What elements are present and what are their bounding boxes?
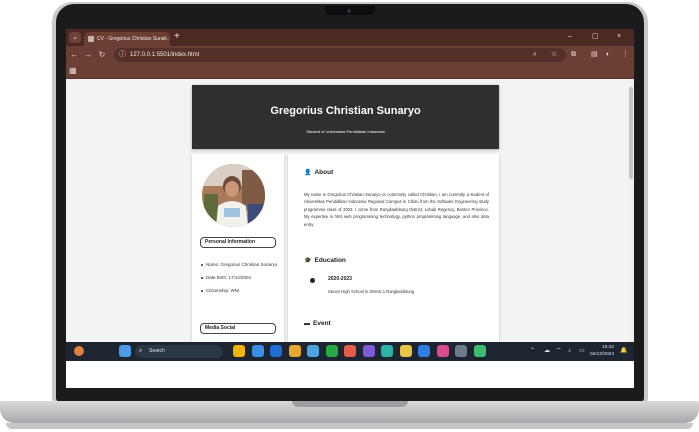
battery-icon[interactable]: ▭ [579,344,585,358]
taskbar-app-icon[interactable] [307,345,319,357]
list-item: Citizenship: WNI [200,287,280,294]
back-icon[interactable]: ← [68,49,80,61]
calendar-icon: ▬ [304,321,310,327]
zoom-icon[interactable]: ⌕ [533,48,537,62]
education-title: Education [314,257,346,264]
personal-info-list: Name: Gregorius Christian Sunaryo Date B… [200,261,280,300]
taskbar-app-icon[interactable] [344,345,356,357]
page-subtitle: Student of Universitas Pendidikan Indone… [306,129,385,134]
taskbar-app-icon[interactable] [325,345,338,357]
about-text: My name is Gregorius Christian Sunaryo o… [304,192,489,227]
list-item: Name: Gregorius Christian Sunaryo [200,261,280,268]
taskbar-app-icon[interactable] [288,345,301,357]
apps-grid-icon[interactable]: ▦ [69,67,77,75]
page-scrollbar[interactable] [628,79,634,342]
laptop-mockup: ⌄ CV - Gregorius Christian Suna... × + –… [0,0,699,432]
browser-toolbar: ← → ↻ ⓘ 127.0.0.1:5501/index.html ⌕ ☆ ⧉ … [66,46,634,64]
taskbar-app-icon[interactable] [233,345,245,357]
education-years: 2020-2023 [328,276,352,282]
education-heading: 🎓 Education [304,257,346,264]
browser-tab-active[interactable]: CV - Gregorius Christian Suna... × [84,32,170,46]
screen: ⌄ CV - Gregorius Christian Suna... × + –… [66,29,634,388]
search-placeholder: Search [149,348,165,354]
sidebar-icon[interactable]: ▤ [591,49,598,61]
page-title: Gregorius Christian Sunaryo [270,105,421,117]
close-window-button[interactable]: × [617,31,621,43]
main-panel: 👤 About My name is Gregorius Christian Su… [288,154,499,342]
taskbar-app-icon[interactable] [381,345,393,357]
taskbar-app-icon[interactable] [251,345,264,357]
address-bar[interactable]: ⓘ 127.0.0.1:5501/index.html ⌕ ☆ [114,48,566,62]
taskbar-app-icon[interactable] [270,345,282,357]
forward-icon[interactable]: → [82,49,94,61]
start-windows-icon[interactable] [119,345,131,357]
timeline-dot [310,278,315,283]
wifi-icon[interactable]: ⌔ [556,344,562,358]
browser-tab-bar: ⌄ CV - Gregorius Christian Suna... × + –… [66,29,634,46]
graduation-cap-icon: 🎓 [304,258,312,264]
user-icon: 👤 [304,170,312,176]
event-heading: ▬ Event [304,320,331,327]
about-heading: 👤 About [304,169,333,176]
education-school: Senior High School in SMAN 1 Rangkasbitu… [328,289,415,294]
bookmarks-bar: ▦ [66,64,634,79]
search-icon: ⌕ [139,348,143,354]
page-viewport: Gregorius Christian Sunaryo Student of U… [66,79,634,342]
event-title: Event [313,320,331,327]
restore-button[interactable]: ▢ [592,31,599,43]
list-item: Date Birth: 17/12/2004 [200,274,280,281]
clock-date: 04/12/2024 [590,352,615,357]
more-menu-icon[interactable]: ⋮ [622,49,629,61]
clock-time: 15:42 [602,345,615,350]
laptop-base-groove [292,401,408,407]
bookmark-star-icon[interactable]: ☆ [551,48,557,62]
tab-search-menu-icon[interactable]: ⌄ [69,32,81,43]
speaker-icon[interactable]: ♪ [568,344,571,358]
scrollbar-thumb[interactable] [629,87,633,179]
taskbar-search-box[interactable]: ⌕ Search [135,345,223,358]
about-title: About [314,169,334,176]
taskbar-app-icon[interactable] [455,345,467,357]
tab-title: CV - Gregorius Christian Suna... [97,36,169,42]
taskbar-app-icon[interactable] [399,345,412,357]
favicon-icon [88,36,94,42]
laptop-shadow [6,423,693,429]
reload-icon[interactable]: ↻ [96,49,108,61]
cv-header: Gregorius Christian Sunaryo Student of U… [192,85,499,149]
personal-info-heading: Personal Information [200,237,276,248]
taskbar-app-icon[interactable] [436,345,449,357]
notification-bell-icon[interactable]: 🔔 [620,344,627,358]
taskbar-app-icon[interactable] [362,345,375,357]
url-text[interactable]: 127.0.0.1:5501/index.html [130,48,199,62]
extensions-icon[interactable]: ⧉ [571,49,576,61]
site-info-icon[interactable]: ⓘ [119,50,126,60]
tab-close-icon[interactable]: × [163,32,167,46]
sidebar-panel: Personal Information Name: Gregorius Chr… [192,154,284,342]
profile-photo [202,164,265,227]
windows-taskbar: ⌕ Search ⌃ ☁ ⌔ ♪ ▭ 15:42 04/12/2024 🔔 [66,342,634,361]
media-social-heading: Media Social [200,323,276,334]
camera-icon [347,9,351,13]
chevron-up-icon[interactable]: ⌃ [530,344,535,358]
profile-icon[interactable]: ◐ [606,49,610,61]
cloud-icon[interactable]: ☁ [544,344,550,358]
widgets-icon[interactable] [74,346,84,356]
taskbar-clock[interactable]: 15:42 04/12/2024 [590,344,614,358]
taskbar-app-icon[interactable] [473,345,486,357]
taskbar-app-icon[interactable] [418,345,430,357]
new-tab-button[interactable]: + [174,30,180,44]
minimize-button[interactable]: – [568,31,572,43]
